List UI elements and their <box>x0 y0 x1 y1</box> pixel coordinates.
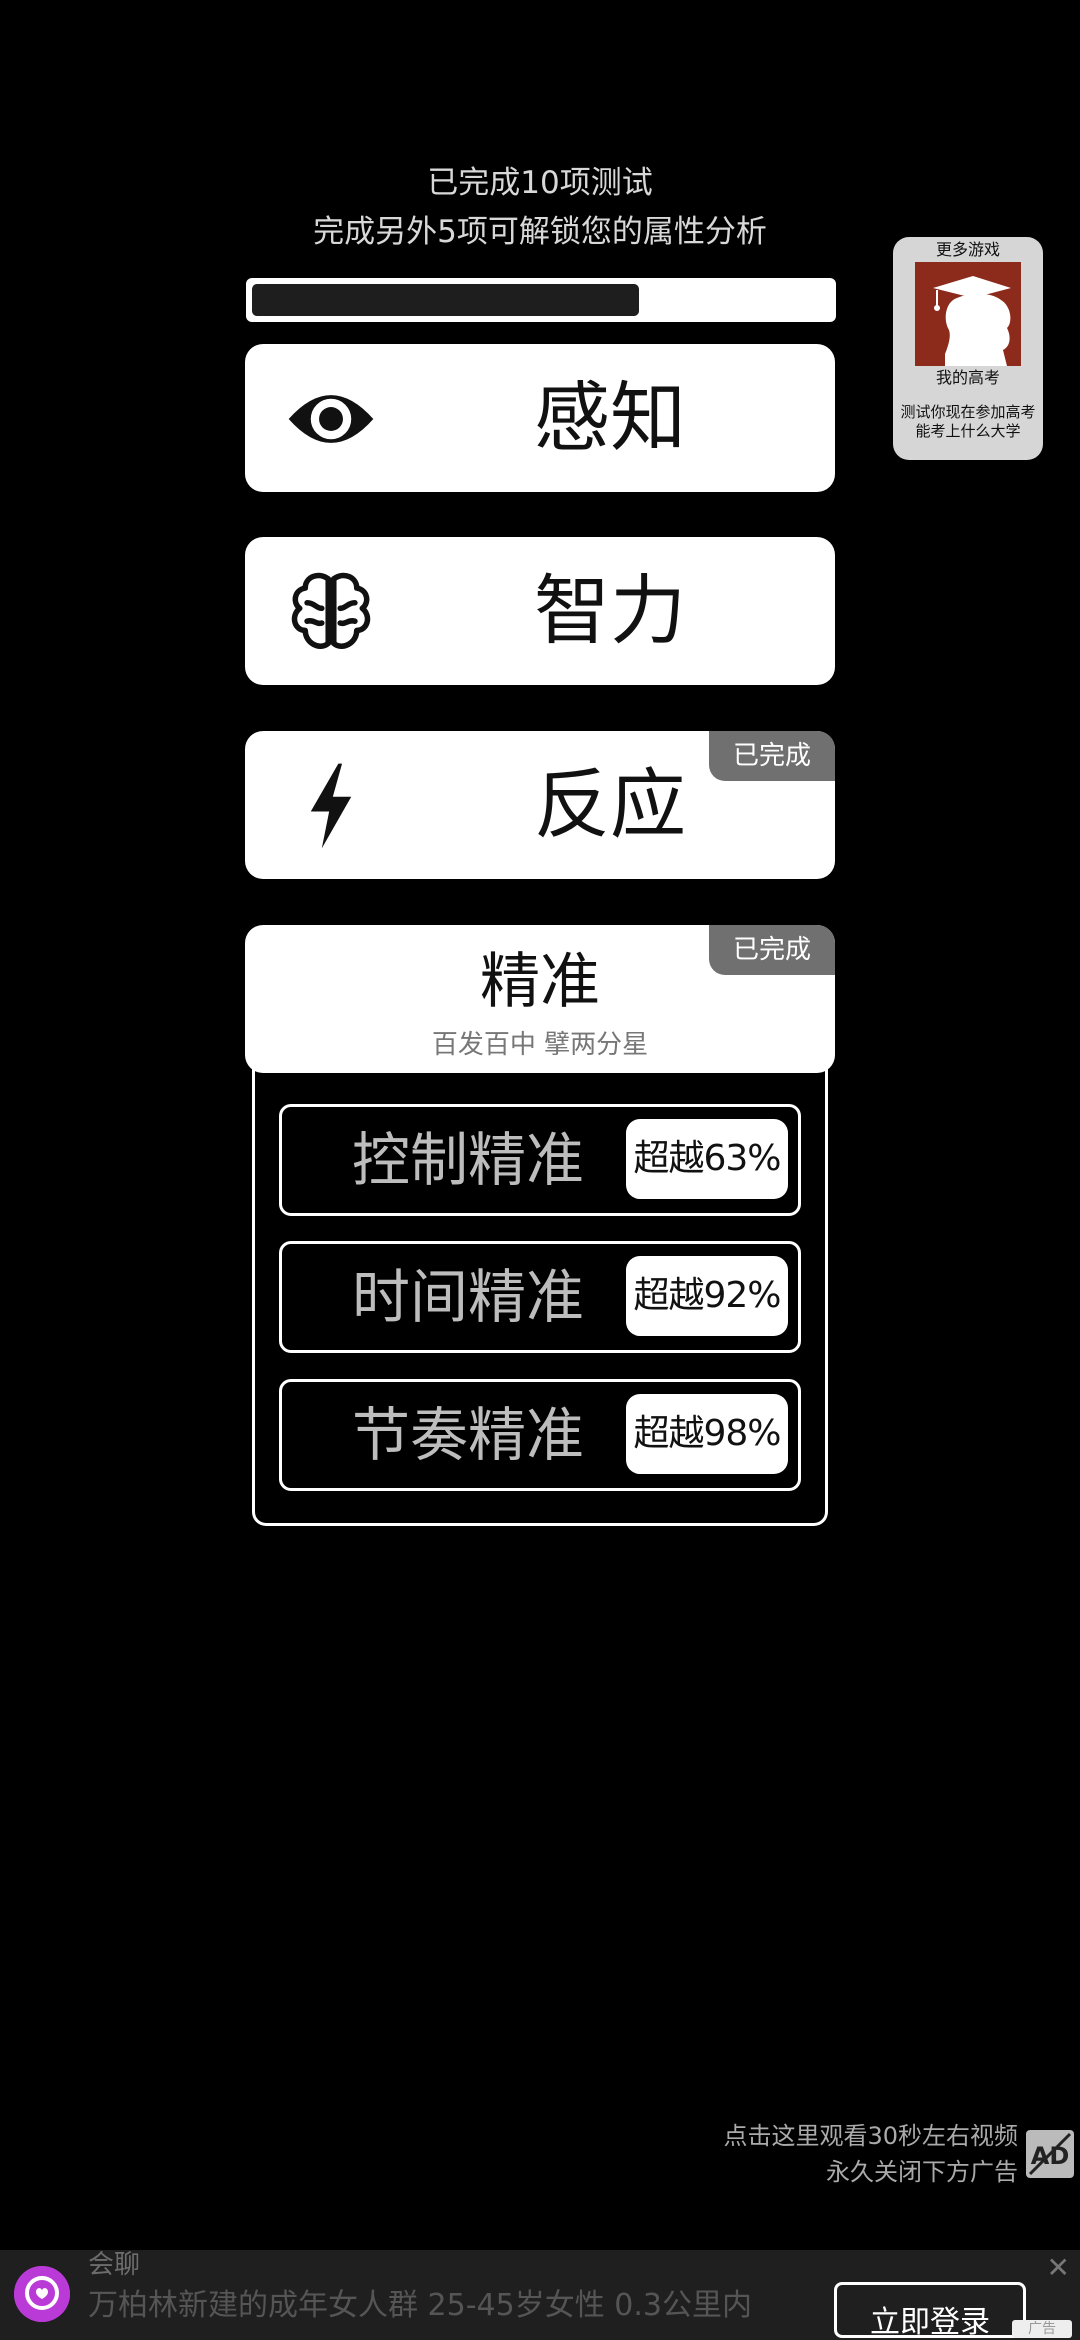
login-now-button[interactable]: 立即登录 <box>834 2282 1026 2338</box>
app-logo-icon <box>14 2266 70 2322</box>
result-label: 控制精准 <box>352 1126 585 1194</box>
watch-video-hint[interactable]: 点击这里观看30秒左右视频 <box>598 2118 1018 2154</box>
more-games-widget[interactable]: 更多游戏 我的高考 测试你现在参加高考能考上什么大学 <box>893 237 1043 460</box>
bottom-ad-banner[interactable]: 会聊 万柏林新建的成年女人群 25-45岁女性 0.3公里内 立即登录 ✕ 广告 <box>0 2250 1080 2340</box>
result-percentile-badge: 超越92% <box>626 1256 788 1336</box>
lightning-icon <box>285 760 377 852</box>
progress-bar <box>246 278 836 322</box>
category-card-reaction[interactable]: 反应 已完成 <box>245 731 835 879</box>
ad-icon[interactable]: AD <box>1024 2128 1076 2180</box>
ad-label: 广告 <box>1012 2320 1072 2338</box>
completed-badge: 已完成 <box>709 925 835 975</box>
result-row-time-precision[interactable]: 时间精准 超越92% <box>279 1241 801 1353</box>
result-label: 节奏精准 <box>352 1401 585 1469</box>
result-row-control-precision[interactable]: 控制精准 超越63% <box>279 1104 801 1216</box>
category-title: 智力 <box>534 566 686 655</box>
category-card-precision[interactable]: 精准 百发百中 擘两分星 已完成 <box>245 925 835 1073</box>
category-subtitle: 百发百中 擘两分星 <box>431 1030 649 1060</box>
result-label: 时间精准 <box>352 1263 585 1331</box>
category-card-intelligence[interactable]: 智力 <box>245 537 835 685</box>
category-card-perception[interactable]: 感知 <box>245 344 835 492</box>
result-row-rhythm-precision[interactable]: 节奏精准 超越98% <box>279 1379 801 1491</box>
game-description: 测试你现在参加高考能考上什么大学 <box>900 403 1036 440</box>
tests-completed-text: 已完成10项测试 <box>427 165 653 201</box>
result-percentile-badge: 超越98% <box>626 1394 788 1474</box>
progress-bar-fill <box>252 284 639 316</box>
banner-app-name: 会聊 <box>88 2250 141 2280</box>
banner-ad-text: 万柏林新建的成年女人群 25-45岁女性 0.3公里内 <box>88 2288 752 2323</box>
game-thumbnail[interactable] <box>915 262 1021 366</box>
result-percentile-badge: 超越63% <box>626 1119 788 1199</box>
game-name: 我的高考 <box>935 368 1000 387</box>
close-icon[interactable]: ✕ <box>1047 2254 1070 2282</box>
close-ad-hint[interactable]: 永久关闭下方广告 <box>598 2154 1018 2190</box>
more-games-title: 更多游戏 <box>935 240 1000 259</box>
brain-icon <box>285 566 377 658</box>
graduate-head-icon <box>915 262 1021 366</box>
eye-icon <box>285 373 377 465</box>
completed-badge: 已完成 <box>709 731 835 781</box>
category-title: 感知 <box>534 373 686 462</box>
